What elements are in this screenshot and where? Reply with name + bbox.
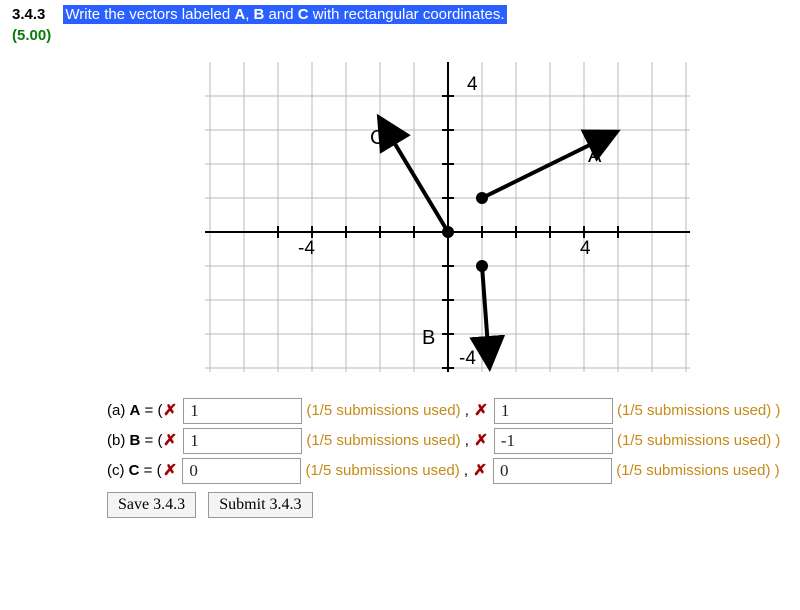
question-prompt: Write the vectors labeled A, B and C wit… bbox=[63, 6, 506, 23]
prompt-tail: with rectangular coordinates. bbox=[309, 6, 505, 23]
part-label: (b) bbox=[107, 432, 130, 449]
submissions-used: (1/5 submissions used) bbox=[616, 462, 770, 479]
open-paren: = ( bbox=[140, 402, 162, 419]
prompt-sep1: , bbox=[245, 6, 253, 23]
submissions-used: (1/5 submissions used) bbox=[617, 432, 771, 449]
submit-button[interactable]: Submit 3.4.3 bbox=[208, 492, 312, 518]
sep: , bbox=[460, 462, 473, 479]
input-b-y[interactable] bbox=[494, 428, 613, 454]
wrong-icon: ✗ bbox=[474, 426, 488, 456]
wrong-icon: ✗ bbox=[163, 426, 177, 456]
close-paren: ) bbox=[771, 432, 780, 449]
prompt-vec-c: C bbox=[298, 6, 309, 23]
answer-row-c: (c) C = (✗ (1/5 submissions used) , ✗ (1… bbox=[107, 456, 788, 486]
tick-y-neg: -4 bbox=[459, 348, 476, 369]
prompt-vec-a: A bbox=[234, 6, 245, 23]
close-paren: ) bbox=[771, 402, 780, 419]
tick-x-pos: 4 bbox=[580, 238, 591, 259]
input-a-x[interactable] bbox=[183, 398, 302, 424]
var-c: C bbox=[129, 462, 140, 479]
wrong-icon: ✗ bbox=[163, 456, 177, 486]
submissions-used: (1/5 submissions used) bbox=[306, 462, 460, 479]
submissions-used: (1/5 submissions used) bbox=[306, 402, 460, 419]
prompt-text: Write the vectors labeled bbox=[65, 6, 234, 23]
answer-row-a: (a) A = (✗ (1/5 submissions used) , ✗ (1… bbox=[107, 396, 788, 426]
open-paren: = ( bbox=[140, 462, 162, 479]
prompt-sep2: and bbox=[264, 6, 297, 23]
tick-y-pos: 4 bbox=[467, 74, 478, 95]
input-b-x[interactable] bbox=[183, 428, 302, 454]
save-button[interactable]: Save 3.4.3 bbox=[107, 492, 196, 518]
question-number: 3.4.3 bbox=[12, 6, 45, 23]
answer-row-b: (b) B = (✗ (1/5 submissions used) , ✗ (1… bbox=[107, 426, 788, 456]
prompt-vec-b: B bbox=[254, 6, 265, 23]
sep: , bbox=[461, 432, 474, 449]
part-label: (a) bbox=[107, 402, 130, 419]
input-a-y[interactable] bbox=[494, 398, 613, 424]
var-a: A bbox=[130, 402, 141, 419]
input-c-y[interactable] bbox=[493, 458, 612, 484]
tick-x-neg: -4 bbox=[298, 238, 315, 259]
wrong-icon: ✗ bbox=[473, 456, 487, 486]
vector-b bbox=[482, 266, 489, 360]
label-b: B bbox=[422, 327, 435, 349]
vector-c bbox=[383, 124, 448, 232]
part-label: (c) bbox=[107, 462, 129, 479]
label-a: A bbox=[588, 145, 602, 167]
wrong-icon: ✗ bbox=[163, 396, 177, 426]
points-value: (5.00) bbox=[12, 27, 788, 44]
open-paren: = ( bbox=[140, 432, 162, 449]
label-c: C bbox=[370, 127, 384, 149]
sep: , bbox=[461, 402, 474, 419]
close-paren: ) bbox=[770, 462, 779, 479]
submissions-used: (1/5 submissions used) bbox=[306, 432, 460, 449]
vector-graph: 4 -4 4 -4 A B C bbox=[205, 62, 690, 372]
submissions-used: (1/5 submissions used) bbox=[617, 402, 771, 419]
input-c-x[interactable] bbox=[182, 458, 301, 484]
wrong-icon: ✗ bbox=[474, 396, 488, 426]
var-b: B bbox=[130, 432, 141, 449]
